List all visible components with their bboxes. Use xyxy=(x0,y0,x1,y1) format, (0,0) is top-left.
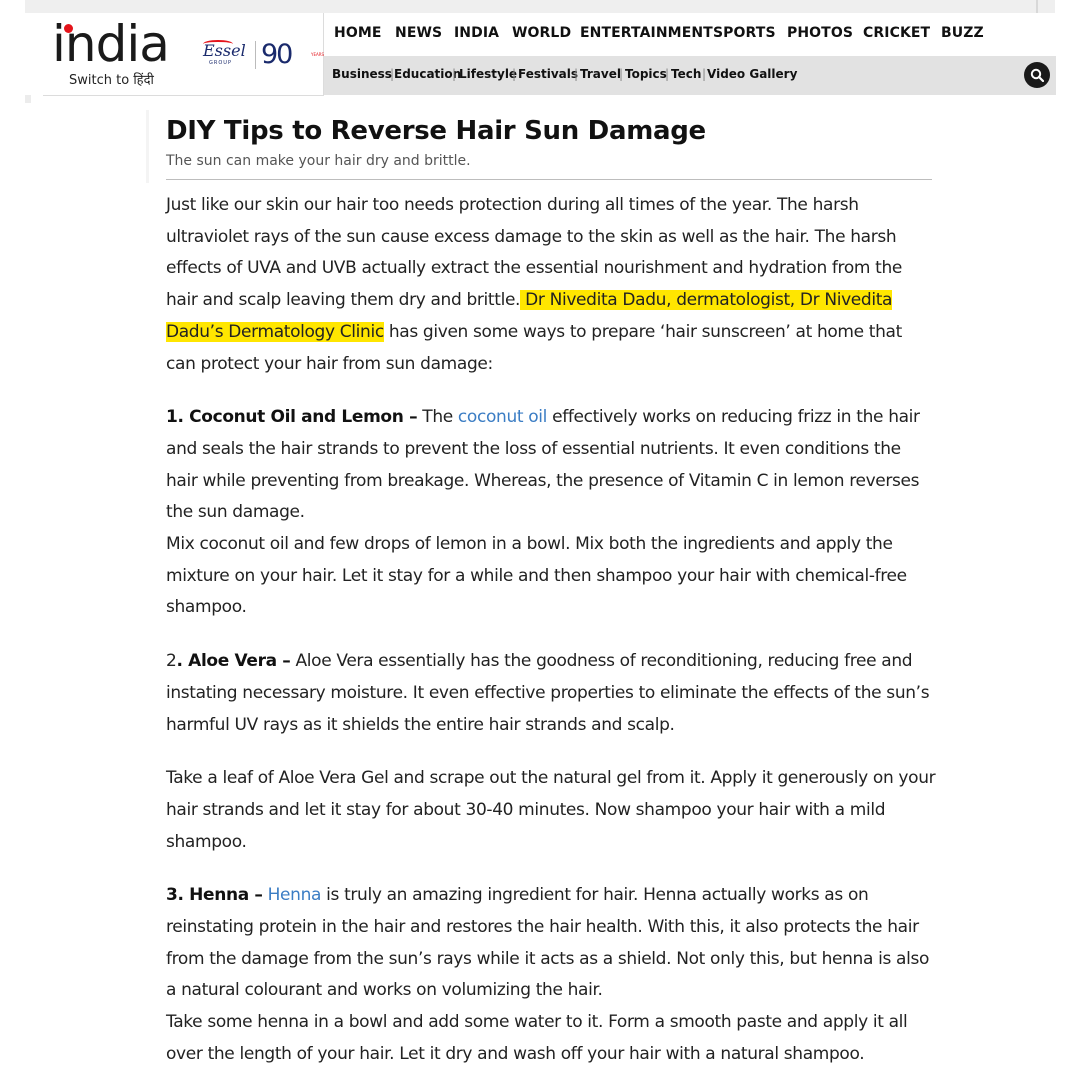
nav-photos[interactable]: PHOTOS xyxy=(787,25,853,41)
tip-henna-method: Take some henna in a bowl and add some w… xyxy=(166,1012,908,1064)
tip-coconut-oil: 1. Coconut Oil and Lemon – The coconut o… xyxy=(166,402,936,529)
main-nav: HOME NEWS INDIA WORLD ENTERTAINMENT SPOR… xyxy=(324,13,1056,55)
subnav-separator: | xyxy=(702,67,707,81)
language-switch-label: Switch to xyxy=(69,73,130,88)
coconut-oil-link[interactable]: coconut oil xyxy=(458,407,547,427)
top-strip xyxy=(25,0,1055,13)
search-button[interactable] xyxy=(1024,62,1050,88)
nav-news[interactable]: NEWS xyxy=(395,25,442,41)
subnav-separator: | xyxy=(452,67,457,81)
subnav-separator: | xyxy=(619,67,624,81)
ninety-years-sublabel: YEARS xyxy=(311,52,325,57)
intro-paragraph: Just like our skin our hair too needs pr… xyxy=(166,190,936,380)
nav-sports[interactable]: SPORTS xyxy=(713,25,776,41)
henna-link[interactable]: Henna xyxy=(268,885,322,905)
nav-world[interactable]: WORLD xyxy=(512,25,571,41)
essel-group-sublabel: GROUP xyxy=(209,60,232,66)
language-switch-hindi: हिंदी xyxy=(133,73,154,88)
tip-aloe-vera-heading: . Aloe Vera – xyxy=(176,651,291,672)
language-switch[interactable]: Switch to हिंदी xyxy=(69,70,154,88)
tip-henna: 3. Henna – Henna is truly an amazing ing… xyxy=(166,880,936,1007)
search-icon xyxy=(1030,68,1044,82)
tip-coconut-oil-method: Mix coconut oil and few drops of lemon i… xyxy=(166,534,907,618)
subnav-travel[interactable]: Travel xyxy=(580,67,621,81)
nav-entertainment[interactable]: ENTERTAINMENT xyxy=(580,25,713,41)
title-divider xyxy=(166,179,932,180)
tip-coconut-oil-heading: 1. Coconut Oil and Lemon – xyxy=(166,407,418,428)
subnav-video-gallery[interactable]: Video Gallery xyxy=(707,67,797,81)
article-title: DIY Tips to Reverse Hair Sun Damage xyxy=(166,116,706,146)
nav-india[interactable]: INDIA xyxy=(454,25,499,41)
site-header: india Switch to हिंदी Essel GROUP 90 YEA… xyxy=(25,13,1056,103)
essel-group-logo: Essel xyxy=(203,41,246,60)
ninety-years-logo: 90 xyxy=(261,39,293,70)
title-accent-bar xyxy=(146,110,149,183)
article: DIY Tips to Reverse Hair Sun Damage The … xyxy=(166,110,936,1071)
nav-buzz[interactable]: BUZZ xyxy=(941,25,984,41)
logo-dot-icon xyxy=(64,24,73,33)
subnav-festivals[interactable]: Festivals xyxy=(518,67,578,81)
subnav-separator: | xyxy=(665,67,670,81)
tip-henna-heading: 3. Henna – xyxy=(166,885,263,906)
subnav-lifestyle[interactable]: Lifestyle xyxy=(459,67,517,81)
tip-coconut-oil-text: The xyxy=(417,407,458,428)
logo-area: india Switch to हिंदी Essel GROUP 90 YEA… xyxy=(43,13,324,96)
tip-aloe-vera: 2. Aloe Vera – Aloe Vera essentially has… xyxy=(166,646,936,741)
nav-home[interactable]: HOME xyxy=(334,25,382,41)
top-strip-divider xyxy=(1036,0,1038,13)
nav-cricket[interactable]: CRICKET xyxy=(863,25,930,41)
sub-nav: Business | Education | Lifestyle | Festi… xyxy=(324,56,1056,95)
subnav-tech[interactable]: Tech xyxy=(671,67,701,81)
tip-aloe-vera-number: 2 xyxy=(166,651,177,672)
article-subtitle: The sun can make your hair dry and britt… xyxy=(166,153,471,169)
subnav-business[interactable]: Business xyxy=(332,67,392,81)
logo-divider xyxy=(255,41,256,69)
subnav-separator: | xyxy=(574,67,579,81)
subnav-separator: | xyxy=(512,67,517,81)
tip-aloe-vera-method: Take a leaf of Aloe Vera Gel and scrape … xyxy=(166,768,936,852)
subnav-topics[interactable]: Topics xyxy=(625,67,667,81)
